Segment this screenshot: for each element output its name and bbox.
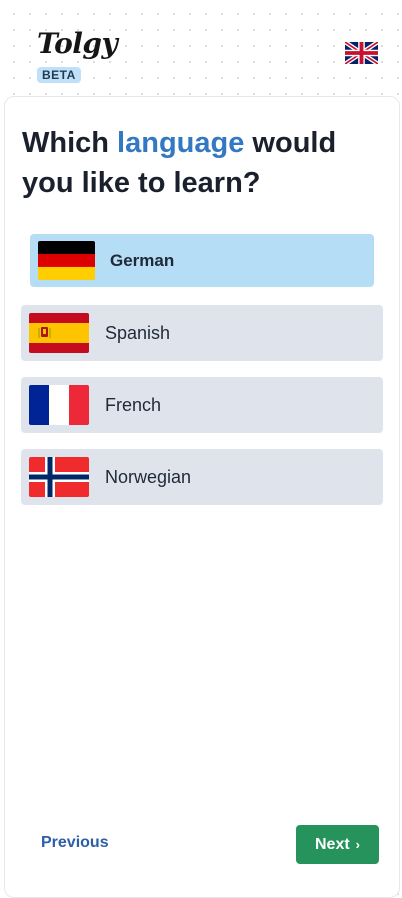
- title-highlight: language: [117, 127, 245, 159]
- option-german[interactable]: German: [30, 234, 374, 287]
- german-flag-icon: [38, 241, 95, 280]
- norwegian-flag-icon: [29, 457, 89, 497]
- previous-button[interactable]: Previous: [41, 834, 109, 852]
- option-label: Spanish: [105, 322, 171, 343]
- french-flag-icon: [29, 385, 89, 425]
- option-label: French: [105, 394, 162, 415]
- option-french[interactable]: French: [21, 377, 383, 433]
- beta-badge: BETA: [37, 67, 81, 83]
- uk-flag-icon[interactable]: [345, 42, 378, 64]
- chevron-right-icon: ›: [355, 837, 361, 852]
- option-label: German: [110, 250, 175, 270]
- app-header: Tolgy BETA: [0, 0, 402, 96]
- page-title: Which language would you like to learn?: [22, 123, 382, 203]
- next-button[interactable]: Next ›: [296, 825, 379, 864]
- language-card: Which language would you like to learn? …: [4, 96, 400, 898]
- next-label: Next: [314, 835, 350, 853]
- title-prefix: Which: [22, 127, 118, 159]
- option-label: Norwegian: [105, 466, 192, 487]
- spanish-flag-icon: [29, 313, 89, 353]
- option-norwegian[interactable]: Norwegian: [21, 449, 383, 505]
- option-spanish[interactable]: Spanish: [21, 305, 383, 361]
- app-logo[interactable]: Tolgy: [37, 28, 118, 60]
